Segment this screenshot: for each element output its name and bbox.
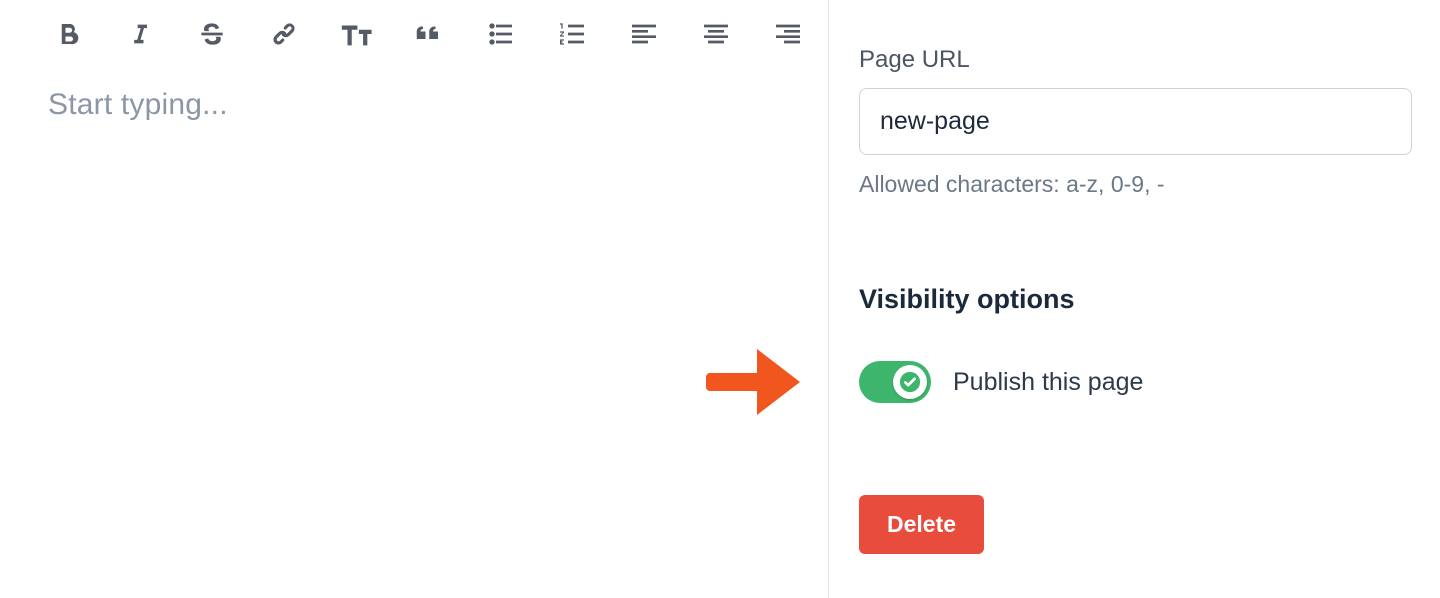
delete-button[interactable]: Delete	[859, 495, 984, 554]
italic-button[interactable]	[120, 14, 160, 54]
editor-placeholder: Start typing...	[48, 88, 228, 121]
editor-toolbar	[48, 10, 808, 88]
publish-toggle-label: Publish this page	[953, 368, 1143, 397]
align-right-icon	[772, 18, 804, 50]
toggle-knob	[893, 365, 927, 399]
strikethrough-button[interactable]	[192, 14, 232, 54]
quote-button[interactable]	[408, 14, 448, 54]
unordered-list-icon	[484, 18, 516, 50]
link-icon	[269, 19, 299, 49]
settings-pane: Page URL Allowed characters: a-z, 0-9, -…	[847, 0, 1440, 598]
editor-body[interactable]: Start typing...	[48, 88, 808, 488]
link-button[interactable]	[264, 14, 304, 54]
editor-pane: Start typing...	[0, 0, 828, 598]
textsize-icon	[339, 17, 373, 51]
page-url-helper: Allowed characters: a-z, 0-9, -	[859, 171, 1412, 198]
quote-icon	[413, 19, 443, 49]
ordered-list-icon	[556, 18, 588, 50]
publish-toggle-row: Publish this page	[859, 361, 1412, 403]
publish-toggle[interactable]	[859, 361, 931, 403]
bold-button[interactable]	[48, 14, 88, 54]
textsize-button[interactable]	[336, 14, 376, 54]
vertical-divider	[828, 0, 829, 598]
align-left-icon	[628, 18, 660, 50]
align-center-icon	[700, 18, 732, 50]
unordered-list-button[interactable]	[480, 14, 520, 54]
visibility-options-title: Visibility options	[859, 284, 1412, 315]
align-center-button[interactable]	[696, 14, 736, 54]
ordered-list-button[interactable]	[552, 14, 592, 54]
align-left-button[interactable]	[624, 14, 664, 54]
page-url-label: Page URL	[859, 46, 1412, 74]
align-right-button[interactable]	[768, 14, 808, 54]
page-url-input[interactable]	[859, 88, 1412, 155]
strikethrough-icon	[196, 18, 228, 50]
italic-icon	[126, 20, 154, 48]
bold-icon	[53, 19, 83, 49]
check-icon	[899, 371, 921, 393]
